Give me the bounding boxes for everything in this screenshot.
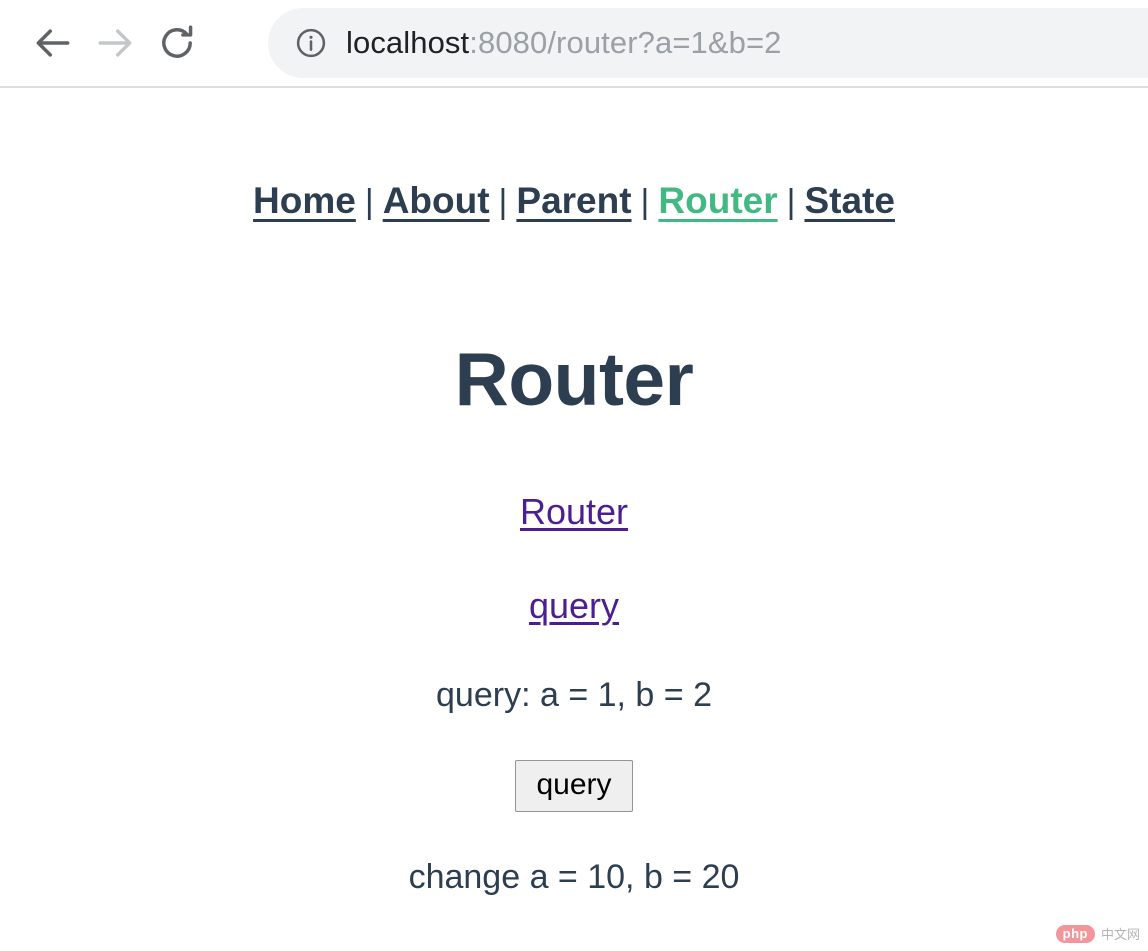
nav-separator: | [640,183,650,221]
query-button-row: query [0,712,1148,812]
address-bar[interactable]: localhost:8080/router?a=1&b=2 [268,8,1148,78]
nav-link-state[interactable]: State [804,180,894,221]
query-info-text: query: a = 1, b = 2 [436,676,712,714]
query-button[interactable]: query [515,760,633,812]
site-info-icon[interactable] [292,24,330,62]
navigation-buttons [0,12,208,74]
watermark-badge: php [1055,925,1095,943]
forward-button[interactable] [84,12,146,74]
back-arrow-icon [31,21,75,65]
watermark-text: 中文网 [1100,926,1140,942]
browser-toolbar: localhost:8080/router?a=1&b=2 [0,0,1148,88]
page-title: Router [454,337,694,421]
nav-link-home[interactable]: Home [253,180,356,221]
router-link-row: Router [0,417,1148,533]
site-nav: Home | About | Parent | Router | State [0,88,1148,219]
nav-separator: | [364,183,374,221]
back-button[interactable] [22,12,84,74]
nav-link-parent[interactable]: Parent [516,180,631,221]
change-info-text: change a = 10, b = 20 [408,858,740,896]
page-content: Home | About | Parent | Router | State Router Ro… [0,88,1148,949]
nav-link-about[interactable]: About [383,180,490,221]
nav-separator: | [498,183,508,221]
url-path-and-query: :8080/router?a=1&b=2 [469,25,782,60]
nav-link-router[interactable]: Router [658,180,777,221]
reload-icon [155,21,199,65]
url-text: localhost:8080/router?a=1&b=2 [346,25,782,61]
query-link-row: query [0,533,1148,627]
reload-button[interactable] [146,12,208,74]
url-host: localhost [346,25,470,60]
nav-separator: | [786,183,796,221]
query-link[interactable]: query [529,585,619,626]
watermark: php 中文网 [1055,925,1140,943]
router-link[interactable]: Router [520,491,628,532]
forward-arrow-icon [93,21,137,65]
